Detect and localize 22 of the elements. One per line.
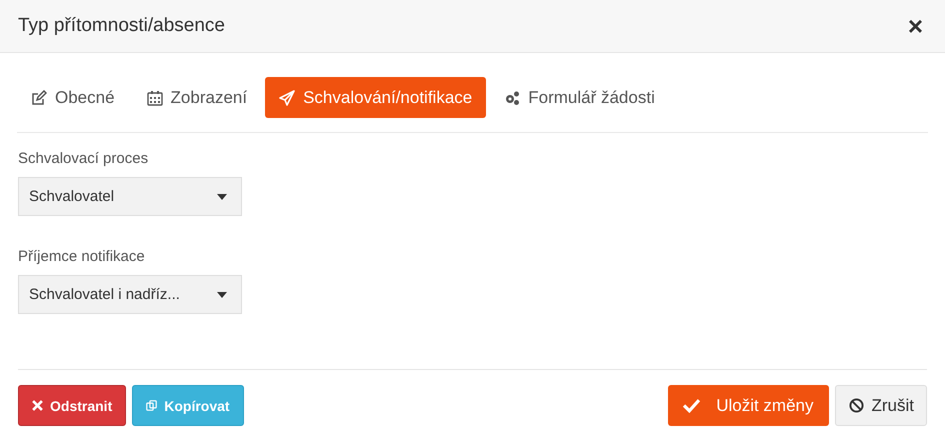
ban-icon [848,398,864,413]
cancel-button[interactable]: Zrušit [834,385,927,426]
close-icon [32,400,43,411]
close-button[interactable]: × [904,13,927,39]
tab[interactable]: Obecné [17,77,129,118]
tab[interactable]: Formulář žádosti [490,77,669,118]
paper-plane-icon [279,90,296,106]
edit-icon [31,90,47,106]
caret-icon [217,194,227,200]
tab[interactable]: Zobrazení [132,77,262,118]
dialog-title: Typ přítomnosti/absence [18,15,225,37]
copy-icon [146,400,158,411]
field-label: Schvalovací proces [18,150,148,167]
save-button[interactable]: Uložit změny [668,385,828,426]
caret-icon [217,292,227,298]
dropdown[interactable]: Schvalovatel i nadříz... [18,275,242,314]
delete-button[interactable]: Odstranit [18,385,126,426]
field-label: Příjemce notifikace [18,248,145,265]
dropdown[interactable]: Schvalovatel [18,177,242,216]
checkmark-icon [683,398,700,413]
calendar-icon [146,90,163,106]
tab[interactable]: Schvalování/notifikace [265,77,486,118]
